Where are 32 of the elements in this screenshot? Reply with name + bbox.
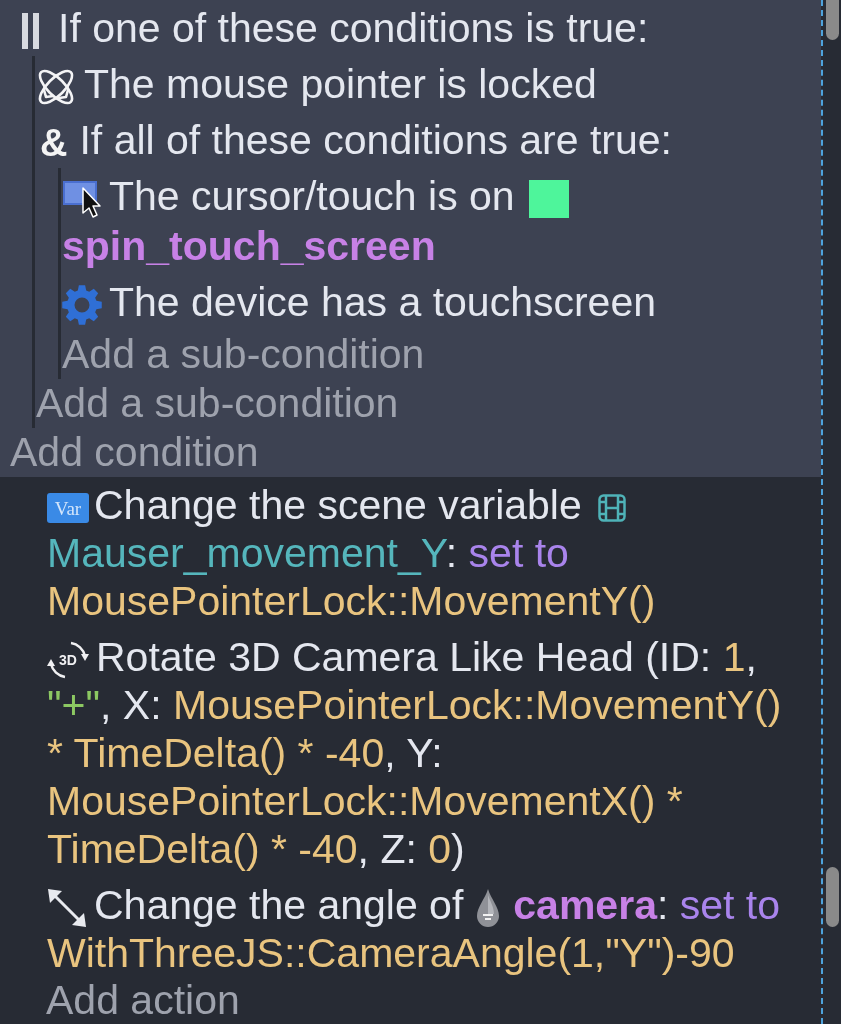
action-text: Rotate 3D Camera Like Head (ID: 1,: [96, 634, 757, 680]
droplet-icon: [477, 889, 500, 928]
ampersand-symbol: &: [40, 124, 68, 163]
parameter-text: camera: set to: [513, 882, 780, 929]
object-name: spin_touch_screen: [62, 223, 436, 269]
condition-text: If one of these conditions is true:: [58, 5, 649, 51]
film-strip-icon: [597, 494, 626, 523]
parameter-text: MousePointerLock::MovementY(): [47, 578, 656, 624]
parameter-text: WithThreeJS::CameraAngle(1,"Y")-90: [47, 930, 735, 977]
action-text: Change the scene variable: [94, 482, 582, 528]
variable-icon: Var: [47, 493, 89, 524]
condition-text: The mouse pointer is locked: [84, 61, 597, 107]
add-sub-condition-link[interactable]: Add a sub-condition: [36, 379, 399, 428]
gear-icon: [62, 285, 102, 326]
add-condition-link[interactable]: Add condition: [10, 428, 259, 477]
square-thumbnail-icon: [528, 180, 569, 219]
add-action-link[interactable]: Add action: [46, 981, 240, 1020]
cursor-over-rectangle-icon: [63, 180, 101, 219]
parameter-text: MousePointerLock::MovementX() *: [47, 778, 683, 825]
condition-text: The cursor/touch is on: [109, 173, 515, 219]
parameter-text: * TimeDelta() * -40, Y:: [47, 730, 443, 777]
condition-text: If all of these conditions are true:: [79, 117, 672, 163]
parameter-text: "+", X: MousePointerLock::MovementY(): [47, 682, 782, 729]
parameter-text: TimeDelta() * -40, Z: 0): [47, 826, 465, 873]
parameter-text: Mauser_movement_Y: set to: [47, 530, 569, 576]
scrollbar-thumb[interactable]: [825, 867, 839, 927]
add-sub-condition-link[interactable]: Add a sub-condition: [62, 330, 425, 379]
scrollbar-thumb[interactable]: [825, 0, 839, 40]
diagonal-double-arrow-icon: [47, 888, 87, 929]
action-text: Change the angle of: [94, 882, 464, 929]
double-bar-icon: [22, 13, 40, 50]
condition-text: The device has a touchscreen: [109, 279, 656, 325]
